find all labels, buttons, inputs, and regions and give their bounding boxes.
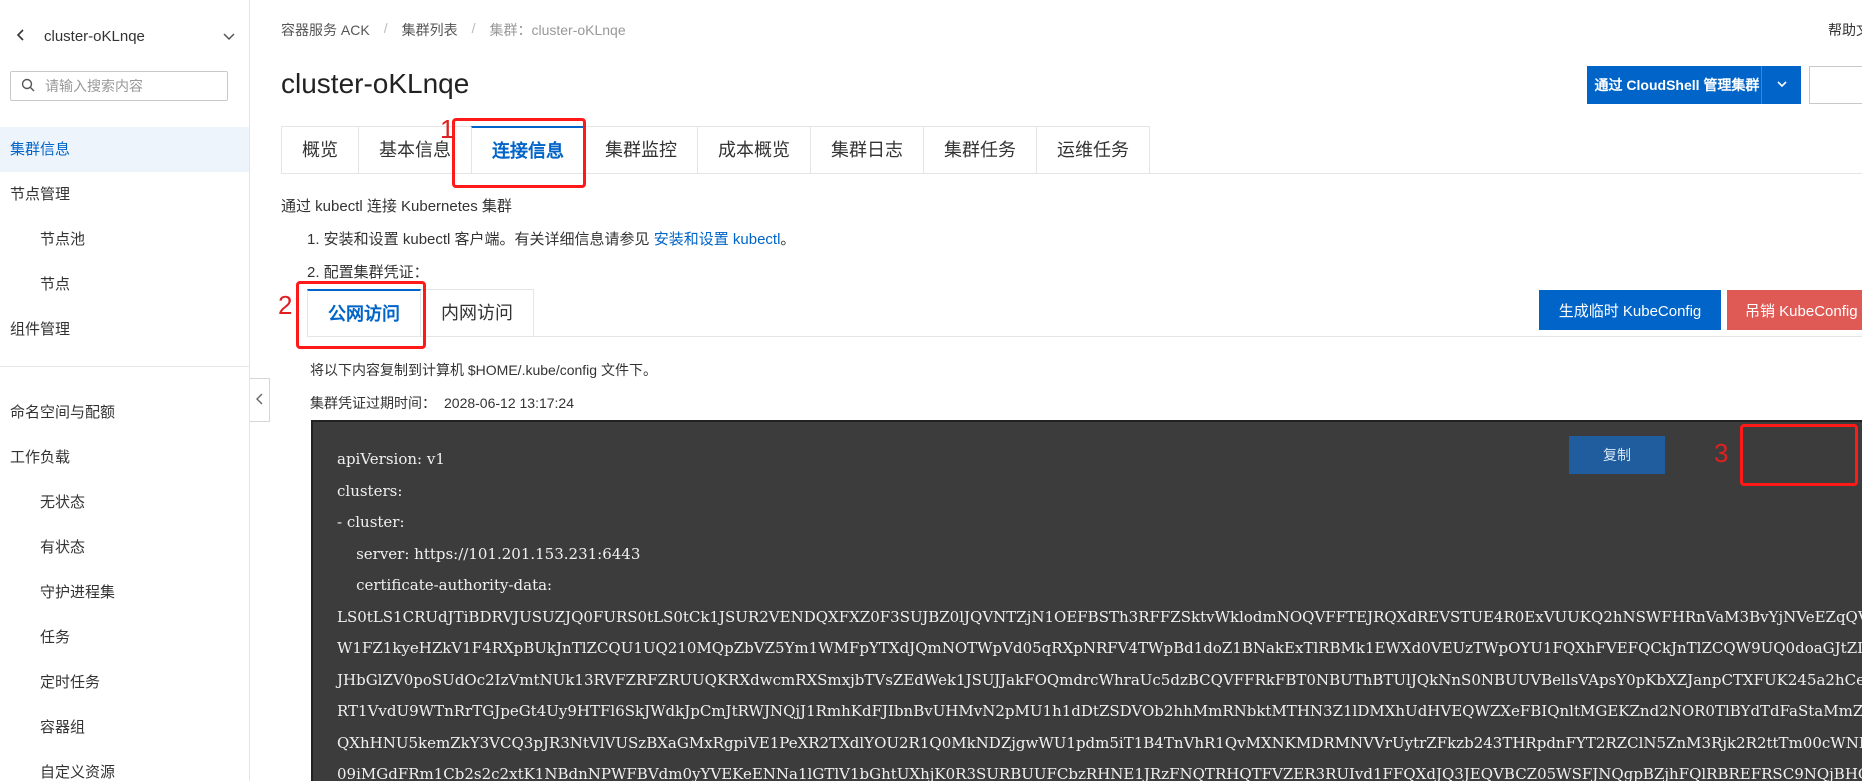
page-title: cluster-oKLnqe xyxy=(281,68,470,99)
code-line: RT1VvdU9WTnRrTGJpeGt4Uy9HTFl6SkJWdkJpCmJ… xyxy=(337,702,1862,720)
revoke-kubeconfig-button[interactable]: 吊销 KubeConfig xyxy=(1727,290,1862,330)
sidebar-item-daemonsets[interactable]: 守护进程集 xyxy=(0,570,249,615)
credential-expiry: 集群凭证过期时间： 2028-06-12 13:17:24 xyxy=(310,393,574,413)
cluster-tabs: 概览 基本信息 连接信息 集群监控 成本概览 集群日志 集群任务 运维任务 xyxy=(281,126,1150,174)
sidebar-item-jobs[interactable]: 任务 xyxy=(0,615,249,660)
expiry-label: 集群凭证过期时间： xyxy=(310,395,436,411)
annotation-number-1: 1 xyxy=(440,114,455,144)
sidebar-item-node-management[interactable]: 节点管理 xyxy=(0,172,249,217)
step-configure-credentials: 2. 配置集群凭证： xyxy=(307,264,429,281)
sidebar-search-box xyxy=(10,71,228,101)
code-line: LS0tLS1CRUdJTiBDRVJUSUZJQ0FURS0tLS0tCk1J… xyxy=(337,607,1862,626)
step1-end: 。 xyxy=(780,231,796,248)
install-kubectl-link[interactable]: 安装和设置 kubectl xyxy=(654,231,781,248)
code-line: W1FZ1kyeHZkV1F4RXpBUkJnTlZCQU1UQ210MQpZb… xyxy=(337,639,1862,657)
breadcrumb-item[interactable]: 集群列表 xyxy=(402,20,458,40)
sidebar-item-cronjobs[interactable]: 定时任务 xyxy=(0,660,249,705)
sidebar-header: cluster-oKLnqe xyxy=(0,0,249,72)
search-icon xyxy=(21,78,35,95)
sidebar-item-statefulsets[interactable]: 有状态 xyxy=(0,525,249,570)
sidebar-divider xyxy=(0,366,249,367)
refresh-button[interactable] xyxy=(1809,66,1862,104)
breadcrumb-separator: / xyxy=(471,20,476,36)
cloudshell-button[interactable]: 通过 CloudShell 管理集群 xyxy=(1587,66,1801,104)
tab-cluster-monitoring[interactable]: 集群监控 xyxy=(584,126,697,174)
breadcrumb-current: 集群：cluster-oKLnqe xyxy=(489,22,626,38)
sidebar-item-namespaces[interactable]: 命名空间与配额 xyxy=(0,390,249,435)
sidebar-search-input[interactable] xyxy=(45,78,215,94)
tab-ops-tasks[interactable]: 运维任务 xyxy=(1036,126,1150,174)
copy-button[interactable]: 复制 xyxy=(1569,436,1665,474)
chevron-down-icon[interactable] xyxy=(221,28,237,44)
annotation-number-2: 2 xyxy=(278,290,293,320)
sidebar-item-custom-resources[interactable]: 自定义资源 xyxy=(0,750,249,781)
breadcrumb-item[interactable]: 容器服务 ACK xyxy=(281,20,370,40)
annotation-number-3: 3 xyxy=(1714,438,1729,468)
sidebar: cluster-oKLnqe 集群信息 节点管理 节点池 节点 组件管理 命名空… xyxy=(0,0,250,781)
annotation-box-3 xyxy=(1740,424,1858,486)
annotation-box-2 xyxy=(296,281,426,349)
sidebar-item-node-pools[interactable]: 节点池 xyxy=(0,217,249,262)
code-line: QXhHNU5kemZkY3VCQ3pJR3NtVlVUSzBXaGMxRgpi… xyxy=(337,733,1862,752)
tab-overview[interactable]: 概览 xyxy=(281,126,358,174)
sidebar-item-workloads[interactable]: 工作负载 xyxy=(0,435,249,480)
sidebar-cluster-name: cluster-oKLnqe xyxy=(44,27,145,45)
kubectl-intro: 通过 kubectl 连接 Kubernetes 集群 xyxy=(281,198,512,215)
code-line: JHbGlZV0poSUdOc2IzVmtNUk13RVFZRFZRUUQKRX… xyxy=(337,670,1862,689)
code-line: certificate-authority-data: xyxy=(337,576,553,594)
cloudshell-dropdown[interactable] xyxy=(1761,66,1801,104)
back-arrow-icon[interactable] xyxy=(14,26,34,47)
kubeconfig-content: apiVersion: v1 clusters: - cluster: serv… xyxy=(337,444,1862,781)
sidebar-item-pods[interactable]: 容器组 xyxy=(0,705,249,750)
access-tabs-divider xyxy=(307,336,1862,337)
chevron-down-icon xyxy=(1776,77,1788,93)
code-line: server: https://101.201.153.231:6443 xyxy=(337,544,641,563)
breadcrumb: 容器服务 ACK / 集群列表 / 集群：cluster-oKLnqe xyxy=(281,20,626,40)
tab-cluster-logs[interactable]: 集群日志 xyxy=(810,126,923,174)
code-line: - cluster: xyxy=(337,513,405,531)
sidebar-item-deployments[interactable]: 无状态 xyxy=(0,480,249,525)
code-line: clusters: xyxy=(337,481,403,500)
cloudshell-button-label: 通过 CloudShell 管理集群 xyxy=(1594,77,1760,93)
copy-instruction: 将以下内容复制到计算机 $HOME/.kube/config 文件下。 xyxy=(310,362,657,378)
generate-temp-kubeconfig-button[interactable]: 生成临时 KubeConfig xyxy=(1539,290,1721,330)
code-line: 09iMGdFRm1Cb2s2c2xtK1NBdnNPWFBVdm0yYVEKe… xyxy=(337,765,1862,781)
sidebar-item-nodes[interactable]: 节点 xyxy=(0,262,249,307)
sidebar-item-components[interactable]: 组件管理 xyxy=(0,307,249,352)
help-link[interactable]: 帮助文 xyxy=(1828,20,1862,40)
sidebar-item-cluster-info[interactable]: 集群信息 xyxy=(0,127,249,172)
annotation-box-1 xyxy=(452,118,586,188)
kubeconfig-code-block: apiVersion: v1 clusters: - cluster: serv… xyxy=(311,420,1862,781)
tab-cost-overview[interactable]: 成本概览 xyxy=(697,126,810,174)
step-install-kubectl: 1. 安装和设置 kubectl 客户端。有关详细信息请参见 安装和设置 kub… xyxy=(307,228,795,249)
expiry-value: 2028-06-12 13:17:24 xyxy=(444,395,574,411)
tab-internal-access[interactable]: 内网访问 xyxy=(421,289,534,337)
tab-cluster-tasks[interactable]: 集群任务 xyxy=(923,126,1036,174)
step1-text: 1. 安装和设置 kubectl 客户端。有关详细信息请参见 xyxy=(307,231,654,248)
breadcrumb-separator: / xyxy=(383,20,388,36)
